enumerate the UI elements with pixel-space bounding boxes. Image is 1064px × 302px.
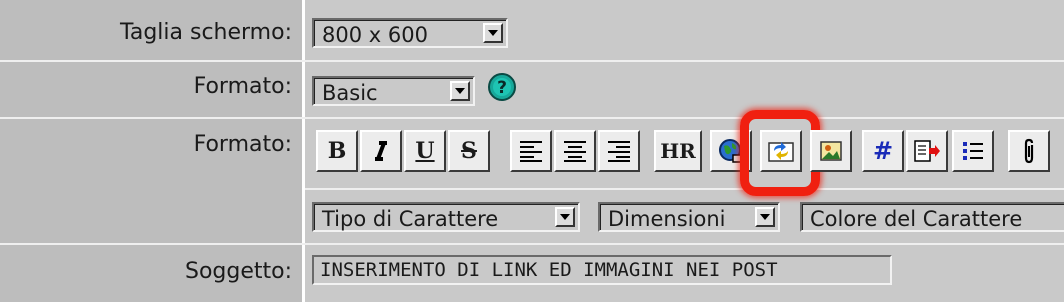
align-left-icon [520, 141, 542, 162]
subject-input[interactable] [312, 255, 892, 285]
row-separator [0, 243, 1064, 245]
align-center-icon [564, 141, 586, 162]
subject-label: Soggetto: [184, 259, 292, 284]
quote-document-icon [914, 140, 940, 162]
insert-code-button[interactable]: # [862, 130, 904, 172]
bold-label: B [327, 138, 347, 164]
font-color-select[interactable]: Colore del Carattere [800, 202, 1064, 232]
svg-text:?: ? [497, 78, 507, 98]
italic-icon [375, 141, 387, 161]
font-family-value: Tipo di Carattere [322, 207, 499, 231]
font-family-select[interactable]: Tipo di Carattere [312, 202, 580, 232]
hash-icon: # [873, 138, 893, 164]
row-separator [0, 117, 1064, 119]
strikethrough-label: S [461, 138, 477, 164]
horizontal-rule-button[interactable]: HR [654, 130, 702, 172]
svg-text:#: # [873, 138, 893, 164]
paperclip-icon [1024, 138, 1034, 164]
chevron-down-icon[interactable] [450, 81, 470, 101]
hyperlink-highlight-marker [740, 110, 820, 196]
hr-label: HR [660, 139, 696, 163]
format-select[interactable]: Basic [312, 76, 475, 106]
chevron-down-icon[interactable] [555, 207, 575, 227]
screen-size-value: 800 x 600 [322, 23, 428, 47]
bulleted-list-icon [963, 142, 983, 160]
insert-quote-button[interactable] [906, 130, 948, 172]
align-center-button[interactable] [554, 130, 596, 172]
italic-button[interactable] [360, 130, 402, 172]
insert-list-button[interactable] [952, 130, 994, 172]
row-separator [0, 60, 1064, 62]
insert-image-button[interactable] [810, 130, 852, 172]
underline-label: U [415, 138, 435, 164]
align-right-button[interactable] [598, 130, 640, 172]
underline-button[interactable]: U [404, 130, 446, 172]
screen-size-label: Taglia schermo: [120, 20, 292, 45]
font-color-value: Colore del Carattere [810, 207, 1023, 231]
strikethrough-button[interactable]: S [448, 130, 490, 172]
bold-button[interactable]: B [316, 130, 358, 172]
chevron-down-icon[interactable] [483, 23, 503, 43]
format-value: Basic [322, 81, 378, 105]
attach-file-button[interactable] [1008, 130, 1050, 172]
toolbar-separator [305, 188, 1064, 190]
column-separator [302, 0, 305, 302]
chevron-down-icon[interactable] [755, 207, 775, 227]
align-left-button[interactable] [510, 130, 552, 172]
format-label: Formato: [193, 74, 292, 99]
font-size-select[interactable]: Dimensioni [598, 202, 780, 232]
help-icon[interactable]: ? [487, 72, 517, 102]
font-size-value: Dimensioni [608, 207, 726, 231]
image-icon [820, 141, 842, 161]
format-toolbar-label: Formato: [193, 132, 292, 157]
align-right-icon [608, 141, 630, 162]
screen-size-select[interactable]: 800 x 600 [312, 18, 508, 48]
